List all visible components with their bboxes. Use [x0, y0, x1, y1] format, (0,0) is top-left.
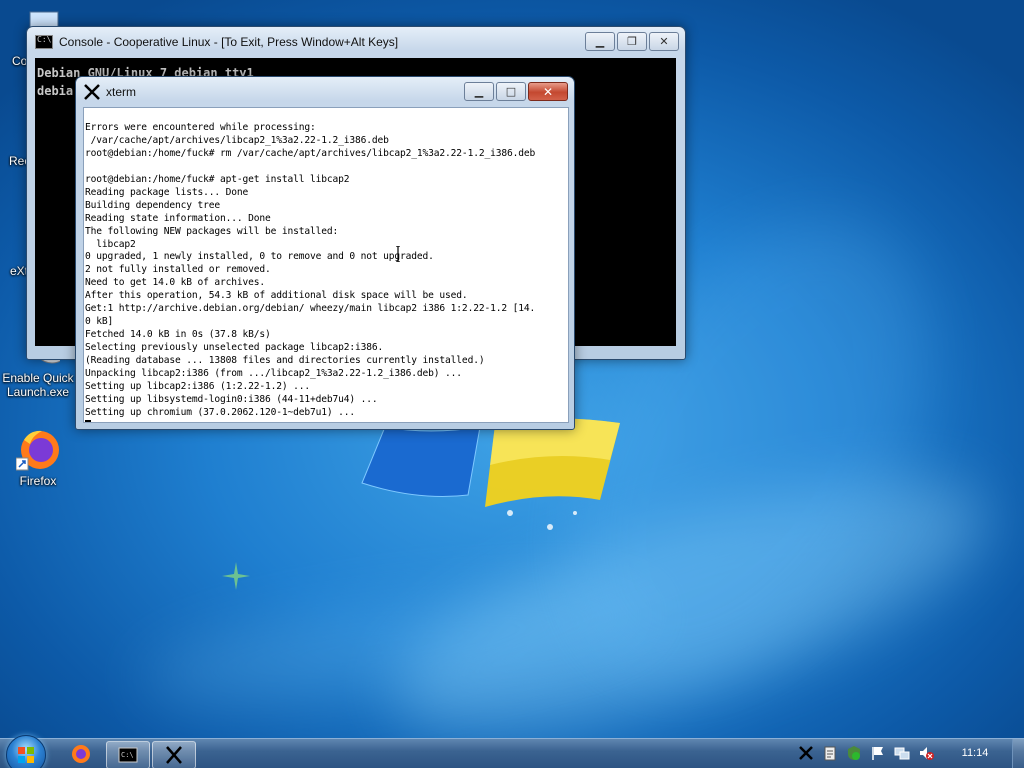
- x-server-icon[interactable]: [798, 745, 814, 761]
- minimize-icon: ▁: [595, 35, 605, 48]
- terminal-line: Unpacking libcap2:i386 (from .../libcap2…: [85, 368, 462, 380]
- firefox-icon: [15, 428, 60, 472]
- minimize-button[interactable]: ▁: [464, 82, 494, 101]
- close-button[interactable]: ✕: [649, 32, 679, 51]
- terminal-cursor-line: [85, 419, 568, 422]
- terminal-line: root@debian:/home/fuck# apt-get install …: [85, 173, 350, 185]
- xterm-title: xterm: [106, 85, 136, 99]
- terminal-line: Reading package lists... Done: [85, 186, 249, 198]
- maximize-button[interactable]: □: [496, 82, 526, 101]
- terminal-line: Fetched 14.0 kB in 0s (37.8 kB/s): [85, 329, 271, 341]
- terminal-output: Errors were encountered while processing…: [84, 108, 568, 422]
- terminal-line: /var/cache/apt/archives/libcap2_1%3a2.22…: [85, 134, 389, 146]
- security-icon[interactable]: [846, 745, 862, 761]
- clipboard-icon[interactable]: [822, 745, 838, 761]
- x-logo-icon: [84, 84, 100, 100]
- show-desktop-button[interactable]: [1012, 739, 1024, 768]
- desktop-icon-firefox[interactable]: Firefox: [0, 428, 76, 488]
- minimize-button[interactable]: ▁: [585, 32, 615, 51]
- terminal-line: Setting up libcap2:i386 (1:2.22-1.2) ...: [85, 381, 311, 393]
- terminal-line: root@debian:/home/fuck# rm /var/cache/ap…: [85, 147, 536, 159]
- terminal-line: 0 upgraded, 1 newly installed, 0 to remo…: [85, 251, 434, 263]
- xterm-terminal[interactable]: Errors were encountered while processing…: [83, 107, 569, 423]
- console-title: Console - Cooperative Linux - [To Exit, …: [59, 35, 399, 49]
- desktop: Co Rec eXt Enable Quick Launch.exe Firef…: [0, 0, 1024, 738]
- xterm-titlebar[interactable]: xterm ▁ □ ✕: [76, 77, 574, 107]
- taskbar-xterm-button[interactable]: [152, 741, 196, 768]
- desktop-icon-label: Firefox: [19, 474, 57, 488]
- text-cursor-icon: [396, 246, 400, 262]
- terminal-line: 2 not fully installed or removed.: [85, 264, 271, 276]
- console-titlebar[interactable]: C:\ Console - Cooperative Linux - [To Ex…: [27, 27, 685, 57]
- close-icon: ✕: [542, 84, 554, 99]
- minimize-icon: ▁: [474, 85, 484, 98]
- terminal-line: Setting up chromium (37.0.2062.120-1~deb…: [85, 406, 356, 418]
- terminal-line: 0 kB]: [85, 316, 114, 328]
- taskbar-console-button[interactable]: C:\: [106, 741, 150, 768]
- terminal-line: libcap2: [85, 238, 136, 250]
- terminal-line: Selecting previously unselected package …: [85, 342, 384, 354]
- terminal-line: Get:1 http://archive.debian.org/debian/ …: [85, 303, 536, 315]
- start-button[interactable]: [6, 735, 46, 768]
- terminal-line: Setting up libsystemd-login0:i386 (44-11…: [85, 393, 378, 405]
- taskbar: C:\ 11:14: [0, 735, 1024, 768]
- console-icon: C:\: [118, 747, 138, 763]
- close-icon: ✕: [659, 35, 669, 48]
- svg-text:C:\: C:\: [121, 751, 134, 759]
- close-button[interactable]: ✕: [528, 82, 568, 101]
- windows-logo-icon: [18, 747, 34, 763]
- terminal-line: The following NEW packages will be insta…: [85, 225, 339, 237]
- terminal-line: (Reading database ... 13808 files and di…: [85, 355, 485, 367]
- xterm-window[interactable]: xterm ▁ □ ✕ Errors were encountered whil…: [75, 76, 575, 430]
- sparkle-wallpaper: [222, 562, 250, 590]
- restore-icon: ❐: [627, 35, 637, 48]
- taskbar-firefox-button[interactable]: [60, 741, 102, 767]
- network-icon[interactable]: [894, 745, 910, 761]
- volume-muted-icon[interactable]: [918, 745, 934, 761]
- console-icon: C:\: [35, 35, 53, 49]
- maximize-button[interactable]: ❐: [617, 32, 647, 51]
- flag-icon[interactable]: [870, 745, 886, 761]
- terminal-cursor: [85, 419, 91, 422]
- maximize-icon: □: [505, 85, 517, 98]
- terminal-line: After this operation, 54.3 kB of additio…: [85, 290, 468, 302]
- x-logo-icon: [166, 746, 182, 764]
- desktop-icon-label: Enable Quick Launch.exe: [2, 371, 74, 399]
- terminal-line: Errors were encountered while processing…: [85, 121, 316, 133]
- terminal-line: Reading state information... Done: [85, 212, 271, 224]
- clock[interactable]: 11:14: [950, 747, 1000, 759]
- terminal-line: Need to get 14.0 kB of archives.: [85, 277, 266, 289]
- firefox-icon: [72, 745, 90, 763]
- terminal-line: Building dependency tree: [85, 199, 221, 211]
